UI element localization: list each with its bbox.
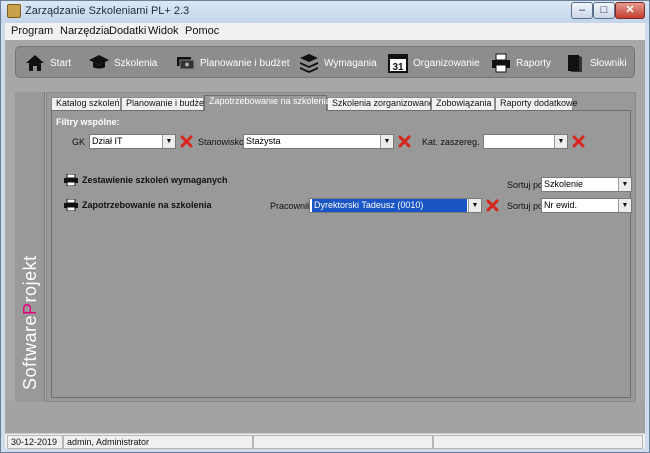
tab-raporty-dodatkowe[interactable]: Raporty dodatkowe bbox=[495, 97, 578, 110]
chevron-down-icon: ▼ bbox=[618, 178, 631, 191]
clear-position-button[interactable] bbox=[398, 135, 411, 148]
toolbar-raporty[interactable]: Raporty bbox=[490, 51, 551, 75]
toolbar-start[interactable]: Start bbox=[24, 51, 71, 75]
main-area: Start Szkolenia Planowanie i budżet Wyma… bbox=[5, 40, 645, 433]
menu-dodatki[interactable]: Dodatki bbox=[109, 25, 146, 37]
maximize-button[interactable]: □ bbox=[593, 2, 615, 19]
clear-gk-button[interactable] bbox=[180, 135, 193, 148]
tab-katalog[interactable]: Katalog szkoleń bbox=[51, 97, 121, 110]
clear-employee-button[interactable] bbox=[486, 199, 499, 212]
gk-select[interactable]: Dział IT ▼ bbox=[89, 134, 176, 149]
stack-icon bbox=[298, 52, 320, 74]
graduation-cap-icon bbox=[88, 52, 110, 74]
position-label: Stanowisko bbox=[198, 137, 245, 147]
status-cell-4 bbox=[433, 435, 643, 449]
gk-label: GK bbox=[72, 137, 86, 147]
toolbar-szkolenia[interactable]: Szkolenia bbox=[88, 51, 157, 75]
close-icon bbox=[180, 135, 193, 148]
sort-demand-value: Nr ewid. bbox=[544, 200, 578, 210]
brand-part-3: rojekt bbox=[20, 255, 40, 303]
tab-planowanie[interactable]: Planowanie i budżet bbox=[121, 97, 207, 110]
minimize-button[interactable]: – bbox=[571, 2, 593, 19]
sort-required-value: Szkolenie bbox=[544, 179, 584, 189]
report-demand-label: Zapotrzebowanie na szkolenia bbox=[82, 200, 212, 210]
report-required-label: Zestawienie szkoleń wymaganych bbox=[82, 175, 228, 185]
book-icon bbox=[564, 52, 586, 74]
grade-select[interactable]: ▼ bbox=[483, 134, 568, 149]
gk-select-value: Dział IT bbox=[92, 136, 123, 146]
close-icon bbox=[486, 199, 499, 212]
grade-label: Kat. zaszereg. bbox=[422, 137, 480, 147]
filters-heading: Filtry wspólne: bbox=[56, 117, 120, 127]
status-bar: 30-12-2019 admin, Administrator bbox=[5, 433, 645, 449]
report-required-trainings[interactable]: Zestawienie szkoleń wymaganych bbox=[64, 174, 228, 186]
title-bar: Zarządzanie Szkoleniami PL+ 2.3 – □ ✕ bbox=[1, 1, 649, 23]
employee-select[interactable]: Dyrektorski Tadeusz (0010) ▼ bbox=[309, 198, 482, 213]
menu-narzedzia[interactable]: Narzędzia bbox=[60, 25, 110, 37]
status-user: admin, Administrator bbox=[63, 435, 253, 449]
sort-demand-label: Sortuj po: bbox=[507, 201, 546, 211]
menu-bar: Program Narzędzia Dodatki Widok Pomoc bbox=[5, 23, 645, 40]
bottom-band bbox=[5, 402, 645, 433]
tab-zapotrzebowanie[interactable]: Zapotrzebowanie na szkolenia bbox=[204, 95, 331, 111]
chevron-down-icon: ▼ bbox=[618, 199, 631, 212]
window-title: Zarządzanie Szkoleniami PL+ 2.3 bbox=[25, 5, 190, 17]
position-select-value: Stażysta bbox=[246, 136, 281, 146]
home-icon bbox=[24, 52, 46, 74]
tab-zorganizowane[interactable]: Szkolenia zorganizowane bbox=[327, 97, 434, 110]
toolbar-slowniki[interactable]: Słowniki bbox=[564, 51, 627, 75]
sort-required-select[interactable]: Szkolenie ▼ bbox=[541, 177, 632, 192]
chevron-down-icon: ▼ bbox=[162, 135, 175, 148]
money-icon bbox=[174, 52, 196, 74]
toolbar-szkolenia-label: Szkolenia bbox=[114, 57, 158, 69]
brand-part-2: P bbox=[20, 302, 40, 315]
toolbar-planowanie-label: Planowanie i budżet bbox=[200, 57, 290, 69]
toolbar-slowniki-label: Słowniki bbox=[590, 57, 627, 69]
menu-program[interactable]: Program bbox=[11, 25, 53, 37]
tab-zobowiazania[interactable]: Zobowiązania bbox=[431, 97, 495, 110]
tab-content: Filtry wspólne: GK Dział IT ▼ Stanowisko… bbox=[51, 110, 632, 398]
app-icon bbox=[7, 4, 21, 18]
printer-icon bbox=[64, 174, 78, 186]
chevron-down-icon: ▼ bbox=[554, 135, 567, 148]
sort-required-label: Sortuj po: bbox=[507, 180, 546, 190]
brand-logo: SoftwareProjekt bbox=[20, 130, 41, 390]
employee-label: Pracownik bbox=[270, 201, 312, 211]
printer-icon bbox=[490, 52, 512, 74]
position-select[interactable]: Stażysta ▼ bbox=[243, 134, 394, 149]
menu-pomoc[interactable]: Pomoc bbox=[185, 25, 219, 37]
toolbar-wymagania[interactable]: Wymagania bbox=[298, 51, 377, 75]
brand-strip: SoftwareProjekt bbox=[15, 92, 45, 402]
menu-widok[interactable]: Widok bbox=[148, 25, 179, 37]
toolbar-organizowanie-label: Organizowanie bbox=[413, 57, 480, 69]
toolbar-organizowanie[interactable]: 31 Organizowanie bbox=[387, 51, 480, 75]
chevron-down-icon: ▼ bbox=[468, 199, 481, 212]
calendar-badge: 31 bbox=[392, 62, 404, 73]
employee-select-value: Dyrektorski Tadeusz (0010) bbox=[312, 199, 467, 212]
toolbar-planowanie[interactable]: Planowanie i budżet bbox=[174, 51, 290, 75]
toolbar-wymagania-label: Wymagania bbox=[324, 57, 377, 69]
close-icon bbox=[572, 135, 585, 148]
chevron-down-icon: ▼ bbox=[380, 135, 393, 148]
close-icon bbox=[398, 135, 411, 148]
calendar-icon: 31 bbox=[387, 52, 409, 74]
clear-grade-button[interactable] bbox=[572, 135, 585, 148]
main-toolbar: Start Szkolenia Planowanie i budżet Wyma… bbox=[15, 46, 635, 78]
printer-icon bbox=[64, 199, 78, 211]
toolbar-start-label: Start bbox=[50, 57, 72, 69]
app-window: Zarządzanie Szkoleniami PL+ 2.3 – □ ✕ Pr… bbox=[0, 0, 650, 453]
brand-part-1: Software bbox=[20, 314, 40, 390]
content-panel: Katalog szkoleń Planowanie i budżet Zapo… bbox=[46, 92, 636, 402]
toolbar-raporty-label: Raporty bbox=[516, 57, 552, 69]
sort-demand-select[interactable]: Nr ewid. ▼ bbox=[541, 198, 632, 213]
status-cell-3 bbox=[253, 435, 433, 449]
report-training-demand[interactable]: Zapotrzebowanie na szkolenia bbox=[64, 199, 212, 211]
close-button[interactable]: ✕ bbox=[615, 2, 645, 19]
status-date: 30-12-2019 bbox=[7, 435, 63, 449]
